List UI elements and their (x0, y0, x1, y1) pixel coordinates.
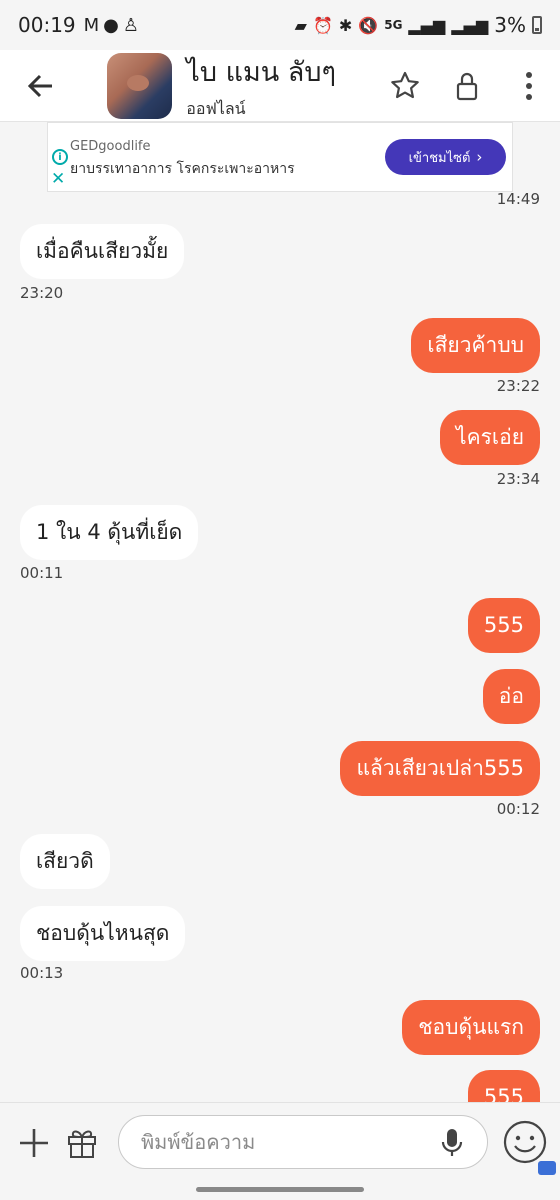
ad-close-icon[interactable]: ✕ (51, 171, 65, 188)
emoji-icon[interactable] (502, 1119, 548, 1165)
status-time: 00:19 (18, 13, 76, 37)
message-text: ชอบดุ้นแรก (418, 1015, 524, 1039)
message-bubble-outgoing[interactable]: ไครเอ่ย (440, 410, 540, 465)
star-icon (391, 71, 419, 98)
contact-status: ออฟไลน์ (186, 98, 246, 118)
message-text: 1 ใน 4 ดุ้นที่เย็ด (36, 520, 183, 544)
message-input-bar (0, 1102, 560, 1200)
chevron-right-icon: › (476, 148, 483, 166)
message-text: แล้วเสียวเปล่า555 (356, 756, 524, 780)
back-arrow-icon (27, 74, 52, 97)
message-bubble-incoming[interactable]: 1 ใน 4 ดุ้นที่เย็ด (20, 505, 199, 560)
ad-text: ยาบรรเทาอาการ โรคกระเพาะอาหาร (70, 161, 295, 177)
timestamp: 00:11 (20, 564, 64, 582)
app-notification-icon: ♙ (122, 14, 140, 36)
message-text: เสียวค้าบบ (427, 333, 524, 357)
message-field[interactable] (118, 1115, 488, 1169)
ad-banner[interactable]: i ✕ GEDgoodlife ยาบรรเทาอาการ โรคกระเพาะ… (47, 122, 513, 192)
floating-widget-icon[interactable] (538, 1161, 556, 1175)
timestamp: 00:13 (20, 964, 64, 982)
folder-icon: ▰ (294, 15, 307, 35)
message-bubble-incoming[interactable]: ชอบดุ้นไหนสุด (20, 906, 186, 961)
signal-icon: ▂▄▆ (408, 15, 446, 35)
ad-cta-label: เข้าชมไซต์ (408, 150, 471, 166)
timestamp: 23:34 (496, 470, 540, 488)
lock-icon (456, 72, 478, 100)
more-vertical-icon (526, 71, 532, 100)
message-text: ชอบดุ้นไหนสุด (36, 921, 170, 945)
contact-name: ไบ แมน ลับๆ (186, 56, 336, 88)
message-bubble-outgoing[interactable]: 555 (467, 1070, 540, 1103)
message-text: 555 (483, 1085, 524, 1103)
gesture-bar[interactable] (196, 1187, 364, 1192)
message-text: เสียวดิ (36, 849, 94, 873)
status-right: ▰ ⏰ ✱ 🔇 5G ▂▄▆ ▂▄▆ 3% (295, 13, 542, 37)
message-text: 555 (483, 613, 524, 637)
ad-brand: GEDgoodlife (70, 139, 151, 154)
message-text: อ่อ (498, 684, 524, 708)
message-input[interactable] (141, 1116, 431, 1168)
add-attachment-icon[interactable] (16, 1125, 52, 1161)
message-bubble-outgoing[interactable]: 555 (467, 598, 540, 653)
timestamp: 23:22 (496, 377, 540, 395)
back-button[interactable] (0, 50, 79, 122)
ad-info-icon[interactable]: i (52, 149, 68, 165)
lock-button[interactable] (436, 55, 498, 117)
ad-cta-button[interactable]: เข้าชมไซต์ › (385, 139, 506, 175)
battery-icon (532, 16, 542, 34)
status-bar: 00:19 M ● ♙ ▰ ⏰ ✱ 🔇 5G ▂▄▆ ▂▄▆ 3% (0, 0, 560, 50)
contact-avatar[interactable] (107, 52, 173, 119)
battery-percent: 3% (494, 13, 526, 37)
network-type: 5G (384, 18, 403, 32)
message-bubble-outgoing[interactable]: เสียวค้าบบ (411, 318, 540, 373)
gmail-icon: M (83, 14, 100, 36)
message-text: ไครเอ่ย (456, 425, 524, 449)
contact-info[interactable]: ไบ แมน ลับๆ ออฟไลน์ (186, 50, 374, 122)
message-bubble-incoming[interactable]: เมื่อคืนเสียวมั้ย (20, 224, 185, 279)
favorite-button[interactable] (374, 55, 436, 117)
notification-icons: M ● ♙ (84, 15, 139, 36)
chat-header: ไบ แมน ลับๆ ออฟไลน์ (0, 50, 560, 122)
message-bubble-incoming[interactable]: เสียวดิ (20, 834, 110, 889)
timestamp: 23:20 (20, 284, 64, 302)
message-bubble-outgoing[interactable]: แล้วเสียวเปล่า555 (340, 741, 540, 796)
alarm-icon: ⏰ (312, 15, 333, 35)
mute-icon: 🔇 (358, 15, 379, 35)
message-list[interactable]: 14:49 เมื่อคืนเสียวมั้ย 23:20 เสียวค้าบบ… (0, 192, 560, 1102)
signal-icon-2: ▂▄▆ (451, 15, 489, 35)
chat-notification-icon: ● (103, 14, 119, 36)
more-options-button[interactable] (498, 55, 560, 117)
message-text: เมื่อคืนเสียวมั้ย (36, 239, 169, 263)
timestamp: 14:49 (496, 192, 540, 208)
microphone-icon[interactable] (441, 1128, 463, 1158)
gift-icon[interactable] (66, 1125, 98, 1159)
message-bubble-outgoing[interactable]: อ่อ (482, 669, 540, 724)
header-actions (374, 55, 560, 117)
timestamp: 00:12 (496, 800, 540, 818)
message-bubble-outgoing[interactable]: ชอบดุ้นแรก (402, 1000, 540, 1055)
bluetooth-icon: ✱ (338, 15, 353, 35)
